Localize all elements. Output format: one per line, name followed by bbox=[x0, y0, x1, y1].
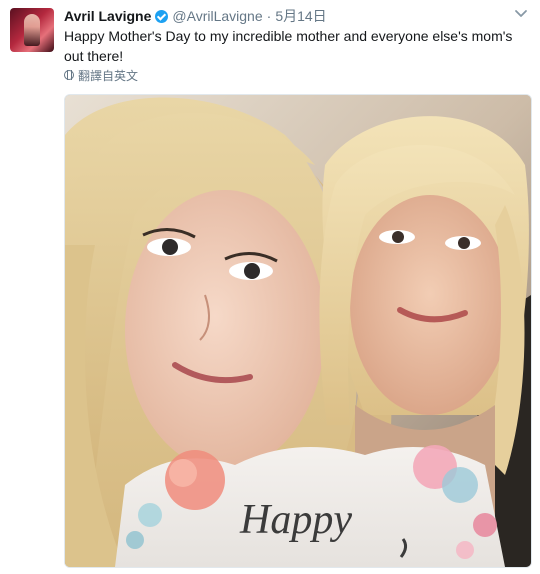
photo-image: Happy bbox=[65, 95, 531, 567]
photo-caption-text: Happy bbox=[239, 497, 352, 543]
chevron-down-icon[interactable] bbox=[514, 9, 528, 19]
author-handle[interactable]: @AvrilLavigne bbox=[172, 6, 262, 26]
translate-tweet-link[interactable]: 翻譯自英文 bbox=[64, 67, 138, 83]
tweet-header: Avril Lavigne @AvrilLavigne · 5月14日 bbox=[64, 6, 327, 26]
globe-icon bbox=[64, 70, 74, 80]
tweet-text: Happy Mother's Day to my incredible moth… bbox=[64, 28, 513, 64]
avatar[interactable] bbox=[10, 8, 54, 52]
verified-badge-icon bbox=[155, 9, 169, 23]
tweet: Avril Lavigne @AvrilLavigne · 5月14日 Happ… bbox=[0, 0, 540, 574]
tweet-photo[interactable]: Happy bbox=[64, 94, 532, 568]
timestamp[interactable]: 5月14日 bbox=[275, 6, 326, 26]
translate-label: 翻譯自英文 bbox=[78, 68, 139, 83]
separator-dot: · bbox=[266, 8, 272, 24]
author-name[interactable]: Avril Lavigne bbox=[64, 6, 151, 26]
